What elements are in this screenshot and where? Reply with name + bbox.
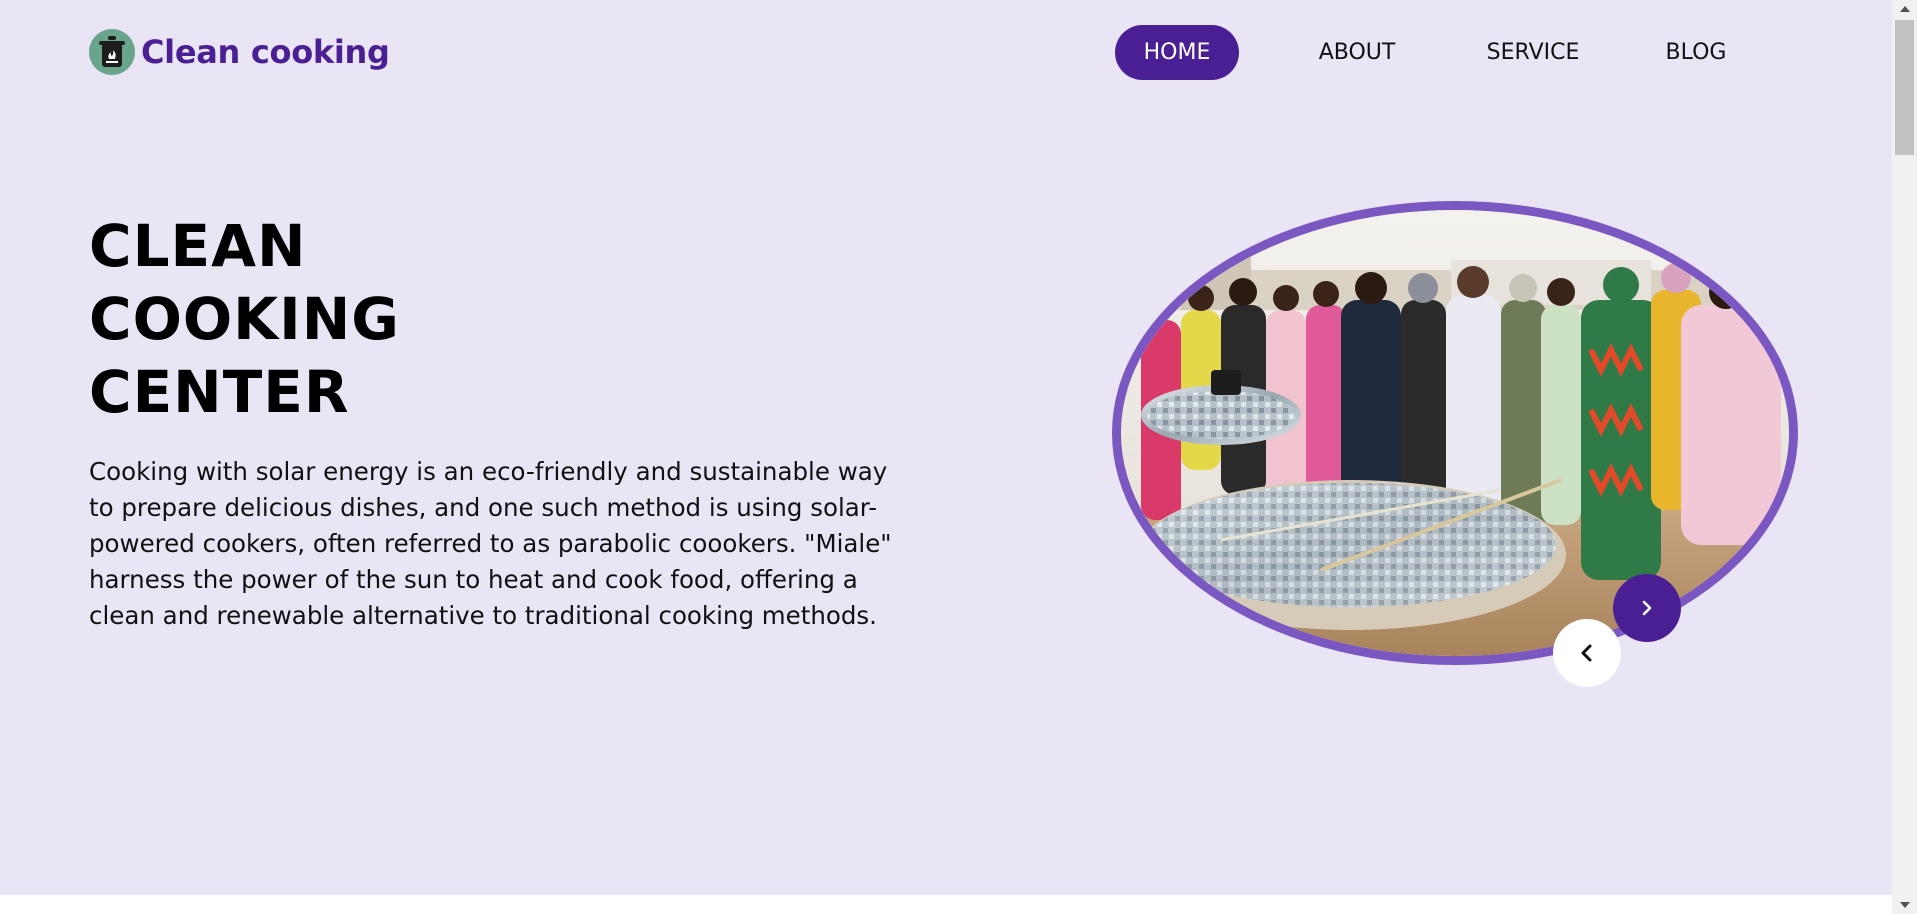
- brand-logo-link[interactable]: Clean cooking: [89, 29, 390, 75]
- hero-title-line-2: COOKING: [89, 285, 400, 353]
- hero-title-line-3: CENTER: [89, 358, 350, 426]
- cooking-pot-icon: [89, 29, 135, 75]
- main-nav: HOME ABOUT SERVICE BLOG: [1115, 25, 1741, 80]
- next-section-edge: [0, 895, 1892, 914]
- hero-description: Cooking with solar energy is an eco-frie…: [89, 457, 892, 630]
- brand-name: Clean cooking: [141, 33, 390, 71]
- chevron-left-icon: [1581, 644, 1592, 662]
- image-slider: [1112, 201, 1798, 665]
- scroll-down-arrow-icon[interactable]: [1892, 896, 1917, 914]
- scroll-up-arrow-icon[interactable]: [1892, 0, 1917, 18]
- hero-title: CLEAN COOKING CENTER: [89, 210, 400, 429]
- hero-title-line-1: CLEAN: [89, 212, 307, 280]
- slider-next-button[interactable]: [1613, 574, 1681, 642]
- nav-home[interactable]: HOME: [1115, 25, 1239, 80]
- page: Clean cooking HOME ABOUT SERVICE BLOG CL…: [0, 0, 1917, 914]
- nav-blog[interactable]: BLOG: [1651, 25, 1741, 80]
- solar-cooker-photo: [1121, 210, 1789, 656]
- chevron-right-icon: [1642, 600, 1652, 616]
- scrollbar-thumb[interactable]: [1895, 20, 1914, 155]
- nav-service[interactable]: SERVICE: [1473, 25, 1593, 80]
- page-scrollbar[interactable]: [1892, 0, 1917, 914]
- nav-about[interactable]: ABOUT: [1301, 25, 1413, 80]
- slider-prev-button[interactable]: [1553, 619, 1621, 687]
